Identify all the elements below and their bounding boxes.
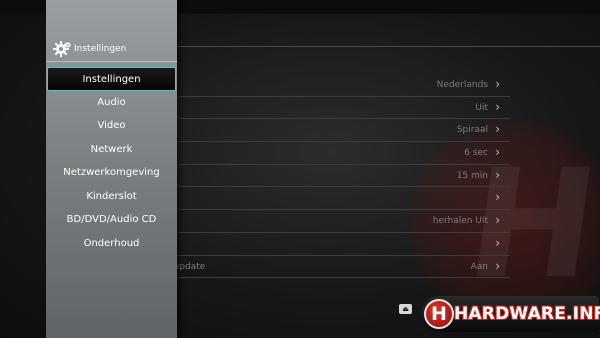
row-value: Nederlands — [436, 80, 488, 90]
sidebar-item-onderhoud[interactable]: Onderhoud — [46, 232, 177, 256]
sidebar-item-netzwerkomgeving[interactable]: Netzwerkomgeving — [46, 161, 177, 185]
sidebar-item-instellingen[interactable]: Instellingen — [47, 67, 176, 91]
chevron-right-icon: › — [495, 213, 500, 228]
chevron-right-icon: › — [495, 167, 500, 182]
chevron-right-icon: › — [495, 190, 500, 205]
settings-row[interactable]: › — [140, 187, 510, 211]
hardware-info-watermark: H HARDWARE.INFO — [421, 296, 600, 332]
eject-key-icon: ⏏ — [399, 304, 412, 314]
sidebar-title: Instellingen — [74, 44, 127, 54]
row-value: herhalen Uit — [432, 216, 488, 227]
header-divider — [177, 46, 600, 47]
settings-row[interactable]: d 15 min › — [140, 165, 510, 188]
chevron-right-icon: › — [495, 258, 500, 273]
settings-row[interactable]: › — [140, 233, 510, 256]
row-value: Spiraal — [456, 125, 488, 136]
sidebar-item-video[interactable]: Video — [46, 114, 177, 138]
sidebar-menu: Instellingen Audio Video Netwerk Netzwer… — [46, 67, 177, 255]
sidebar-item-bd-dvd-audio-cd[interactable]: BD/DVD/Audio CD — [46, 208, 177, 232]
settings-row[interactable]: Uit › — [140, 97, 510, 120]
settings-row[interactable]: herhalen Uit › — [140, 210, 510, 233]
sidebar-header: Instellingen — [52, 40, 126, 58]
chevron-right-icon: › — [495, 77, 500, 91]
chevron-right-icon: › — [495, 122, 500, 137]
hardware-info-logo-icon: H — [424, 299, 454, 329]
settings-row[interactable]: 6 sec › — [140, 142, 510, 165]
row-value: 15 min — [456, 170, 488, 181]
sidebar-item-kinderslot[interactable]: Kinderslot — [46, 185, 177, 209]
row-value: 6 sec — [464, 148, 488, 159]
gear-icon — [52, 40, 72, 58]
sidebar-divider — [46, 61, 177, 62]
chevron-right-icon: › — [495, 235, 500, 250]
settings-list: Nederlands › Uit › Spiraal › 6 sec › d 1… — [140, 74, 510, 279]
row-value: Uit — [475, 102, 488, 113]
chevron-right-icon: › — [495, 99, 500, 114]
row-value: Aan — [470, 261, 488, 272]
sidebar-item-audio[interactable]: Audio — [46, 91, 177, 115]
settings-row-language[interactable]: Nederlands › — [140, 74, 510, 97]
settings-row[interactable]: Spiraal › — [140, 119, 510, 143]
chevron-right-icon: › — [495, 145, 500, 160]
settings-row-firmware-update[interactable]: mware update Aan › — [140, 256, 510, 279]
hardware-info-wordmark: HARDWARE.INFO — [454, 304, 600, 324]
sidebar-item-netwerk[interactable]: Netwerk — [46, 138, 177, 162]
settings-sidebar: Instellingen Instellingen Audio Video Ne… — [46, 0, 177, 338]
